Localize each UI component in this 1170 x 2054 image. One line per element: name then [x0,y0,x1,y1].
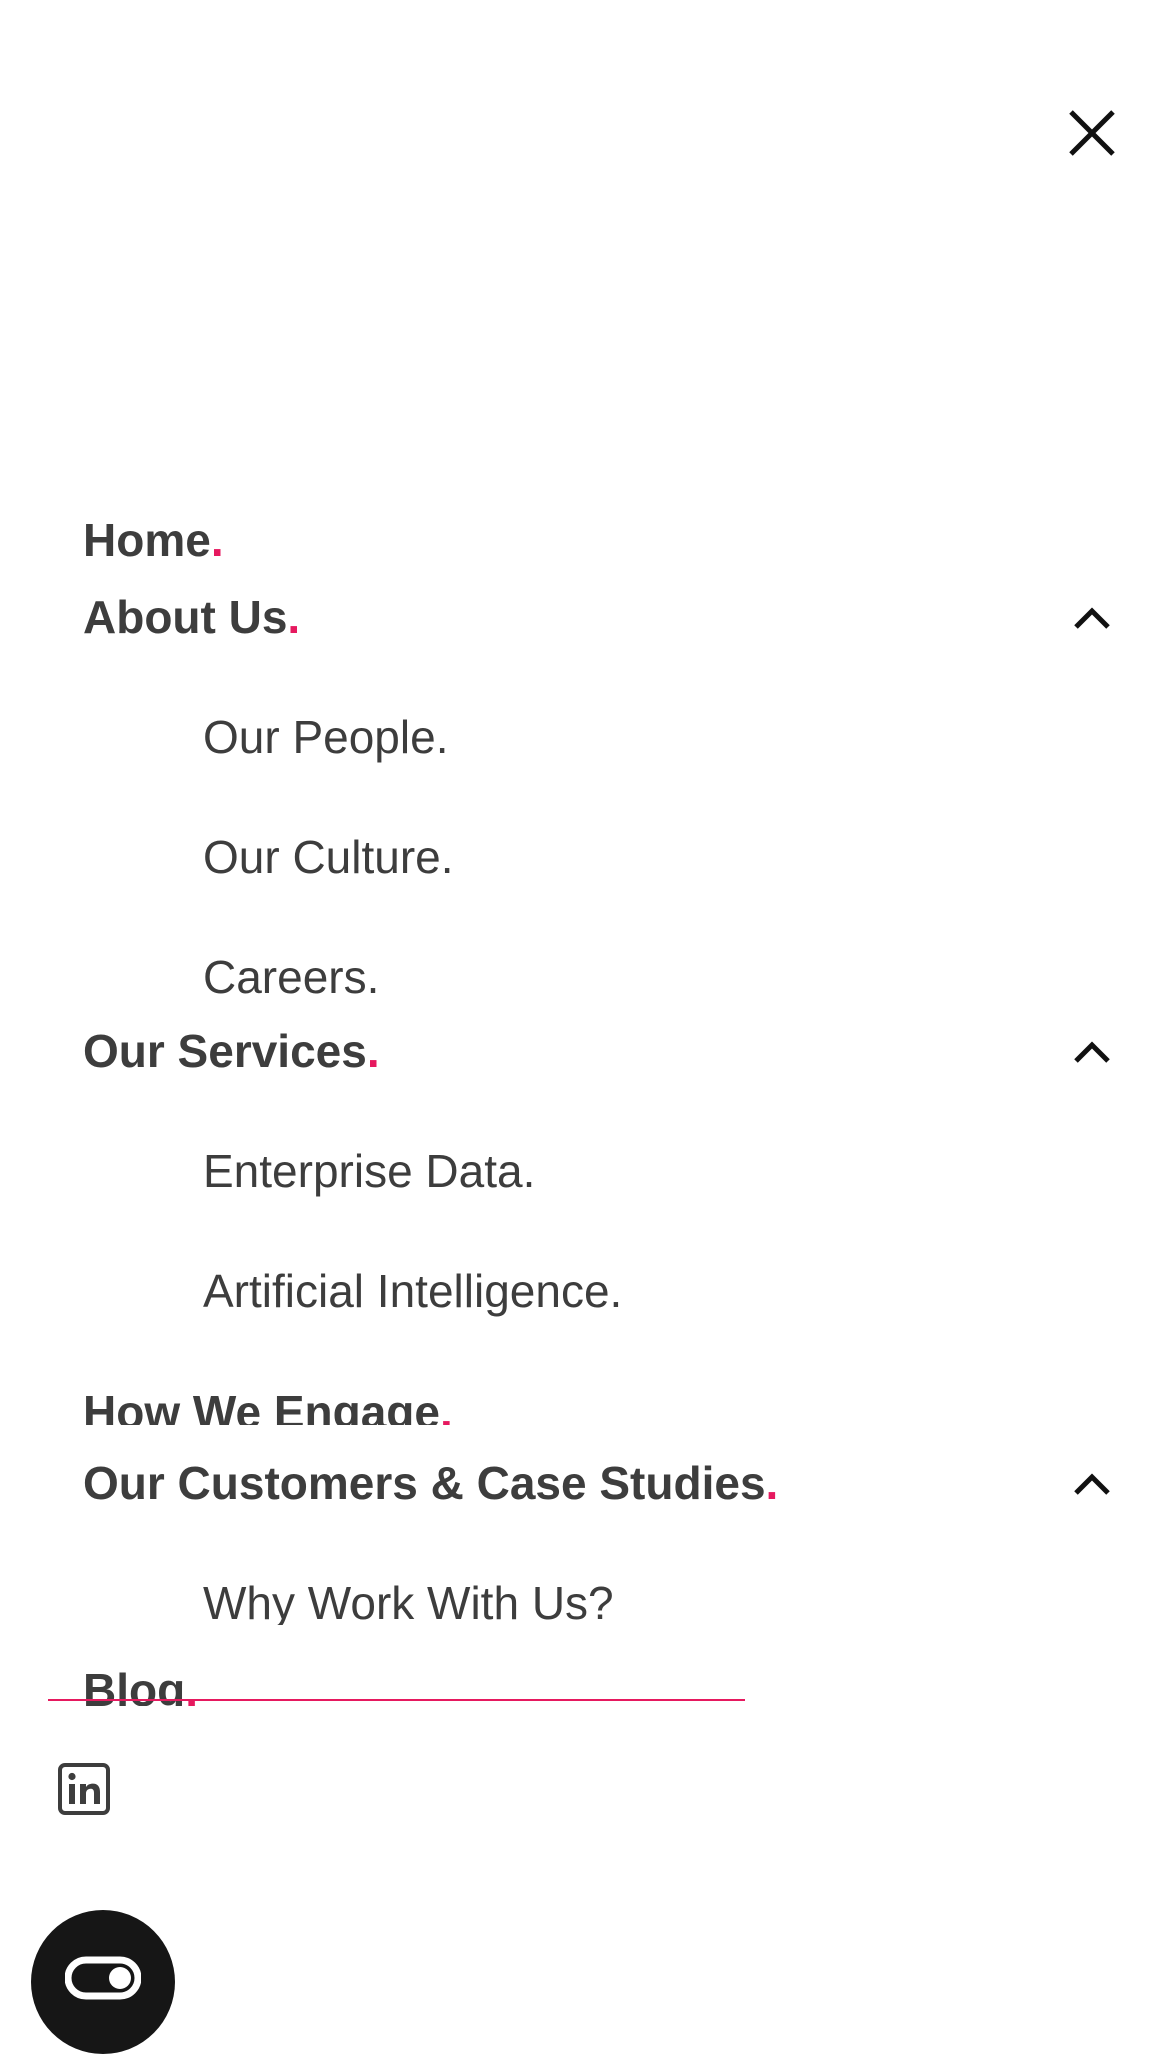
accent-divider [48,1699,745,1701]
submenu-clip: Careers. [0,940,900,997]
submenu-item-careers[interactable]: Careers. [203,949,379,997]
nav-item-our-services[interactable]: Our Services. [83,1023,380,1079]
nav-item-label: Home [83,514,211,566]
chat-widget-button[interactable] [31,1910,175,2054]
chevron-up-icon [1074,607,1110,629]
our-services-collapse-toggle[interactable] [1072,1031,1112,1071]
close-menu-button[interactable] [1066,107,1118,159]
nav-clip: How We Engage. [0,1372,900,1425]
submenu-clip: Why Work With Us? [0,1566,900,1625]
submenu-item-why-work-with-us[interactable]: Why Work With Us? [203,1575,614,1625]
chevron-up-icon [1074,1041,1110,1063]
close-icon [1069,110,1115,156]
nav-item-dot: . [366,1025,380,1077]
nav-item-home[interactable]: Home. [83,512,224,568]
about-us-collapse-toggle[interactable] [1072,597,1112,637]
nav-item-label: How We Engage [83,1386,440,1425]
linkedin-link[interactable] [57,1762,111,1816]
submenu-item-our-people[interactable]: Our People. [203,709,448,765]
nav-item-label: Our Services [83,1025,367,1077]
nav-item-dot: . [439,1386,453,1425]
nav-item-how-we-engage[interactable]: How We Engage. [83,1384,453,1425]
nav-item-label: Our Customers & Case Studies [83,1457,766,1509]
our-customers-collapse-toggle[interactable] [1072,1463,1112,1503]
nav-item-our-customers[interactable]: Our Customers & Case Studies. [83,1455,778,1511]
nav-item-label: About Us [83,591,288,643]
submenu-item-our-culture[interactable]: Our Culture. [203,829,454,885]
nav-clip: Blog. [0,1652,900,1706]
nav-item-dot: . [765,1457,779,1509]
linkedin-icon [58,1763,110,1815]
chevron-up-icon [1074,1473,1110,1495]
nav-item-about-us[interactable]: About Us. [83,589,300,645]
submenu-item-enterprise-data[interactable]: Enterprise Data. [203,1143,535,1199]
nav-item-dot: . [287,591,301,643]
submenu-item-artificial-intelligence[interactable]: Artificial Intelligence. [203,1263,622,1319]
chat-toggle-icon [65,1956,141,2000]
nav-item-dot: . [210,514,224,566]
